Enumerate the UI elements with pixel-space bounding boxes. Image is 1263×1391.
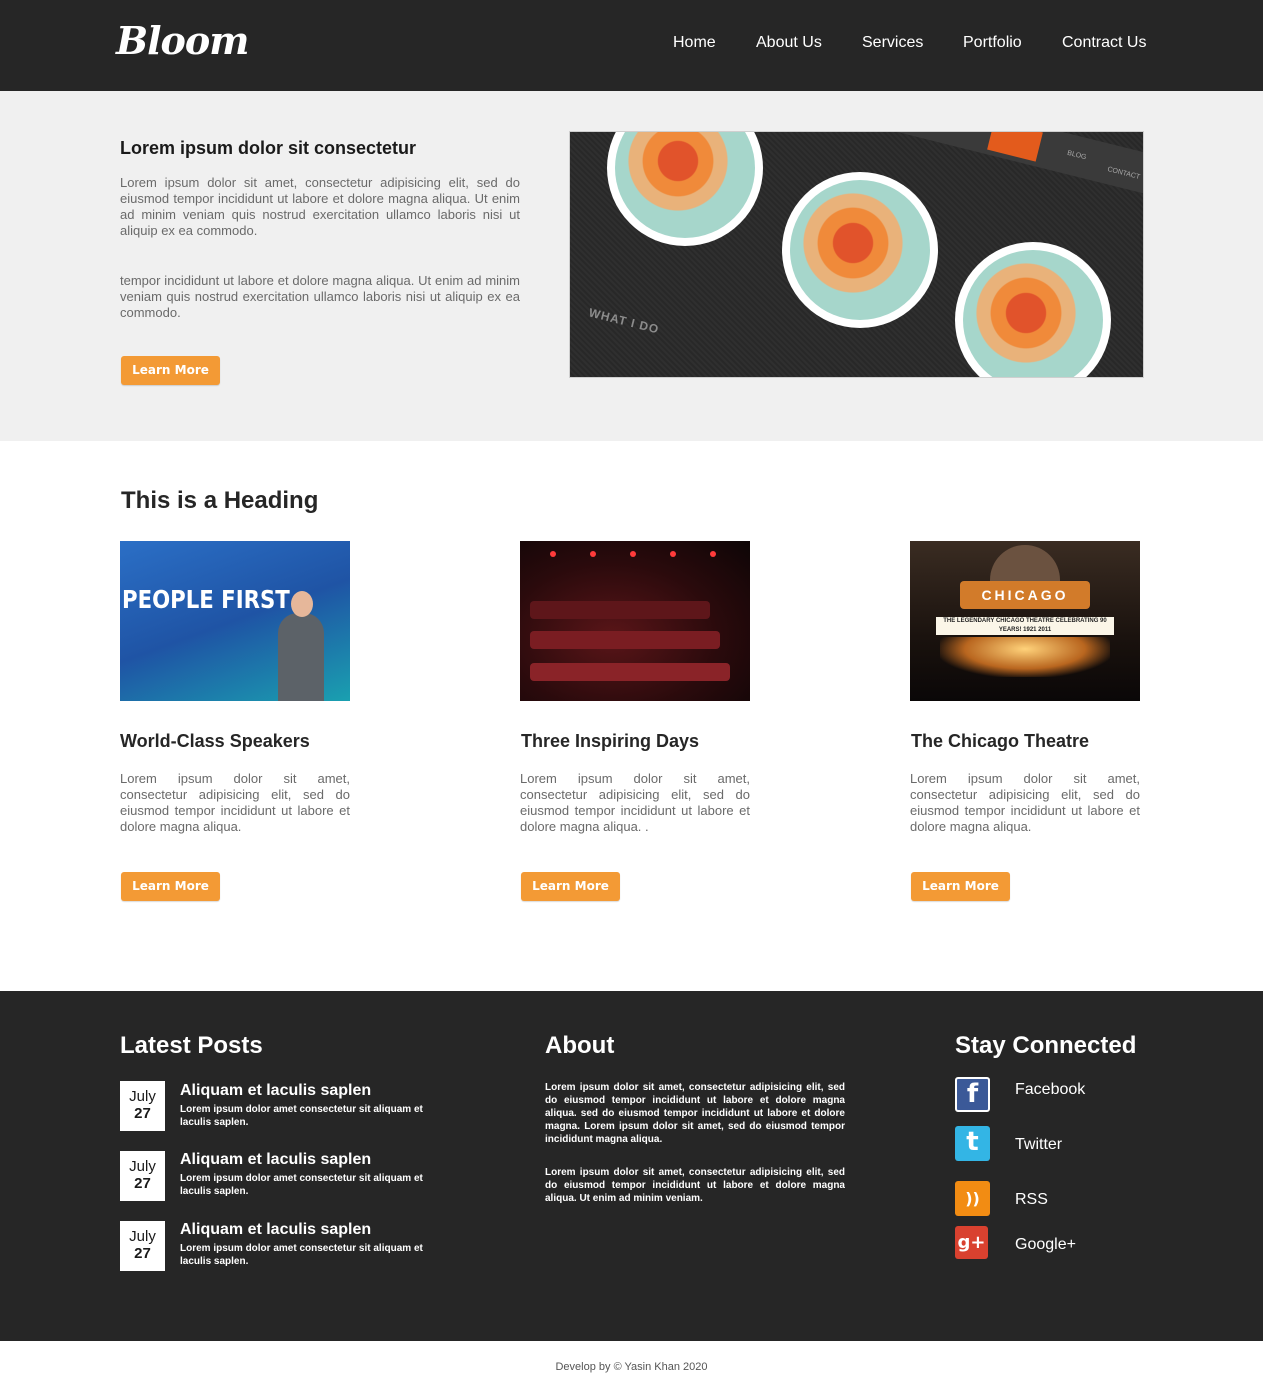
card-image-chicago-theatre: CHICAGO THE LEGENDARY CHICAGO THEATRE CE…	[910, 541, 1140, 701]
nav-contract-us[interactable]: Contract Us	[1062, 34, 1146, 52]
latest-posts-heading: Latest Posts	[120, 1032, 263, 1059]
site-header: Bloom Home About Us Services Portfolio C…	[0, 0, 1263, 91]
theatre-marquee: THE LEGENDARY CHICAGO THEATRE CELEBRATIN…	[936, 617, 1114, 635]
post-excerpt: Lorem ipsum dolor amet consectetur sit a…	[180, 1104, 423, 1128]
post-title-link[interactable]: Aliquam et laculis saplen	[180, 1082, 371, 1100]
post-title-link[interactable]: Aliquam et laculis saplen	[180, 1221, 371, 1239]
main-nav: Home About Us Services Portfolio Contrac…	[0, 34, 1263, 54]
nav-portfolio[interactable]: Portfolio	[963, 34, 1022, 52]
post-day: 27	[134, 1245, 151, 1262]
card-learn-more-button[interactable]: Learn More	[121, 872, 220, 901]
post-day: 27	[134, 1105, 151, 1122]
card-image-caption: PEOPLE FIRST	[122, 585, 290, 614]
social-link-google-plus[interactable]: Google+	[1015, 1236, 1076, 1254]
post-day: 27	[134, 1175, 151, 1192]
card-text: Lorem ipsum dolor sit amet, consectetur …	[520, 771, 750, 834]
about-paragraph: Lorem ipsum dolor sit amet, consectetur …	[545, 1082, 845, 1145]
post-date: July 27	[120, 1221, 165, 1271]
card-image-caption: CHICAGO	[960, 581, 1090, 609]
post-month: July	[129, 1158, 156, 1175]
hero-paragraph: Lorem ipsum dolor sit amet, consectetur …	[120, 175, 520, 238]
twitter-icon[interactable]: t	[955, 1126, 990, 1161]
hero-section: Lorem ipsum dolor sit consectetur Lorem …	[0, 91, 1263, 441]
rss-icon[interactable]: ))	[955, 1181, 990, 1216]
card-image-speakers: PEOPLE FIRST	[120, 541, 350, 701]
post-month: July	[129, 1088, 156, 1105]
nav-about-us[interactable]: About Us	[756, 34, 822, 52]
site-footer: Latest Posts July 27 Aliquam et laculis …	[0, 991, 1263, 1341]
card-learn-more-button[interactable]: Learn More	[521, 872, 620, 901]
about-heading: About	[545, 1032, 615, 1059]
nav-services[interactable]: Services	[862, 34, 923, 52]
post-date: July 27	[120, 1081, 165, 1131]
dragon-illustration	[782, 172, 938, 328]
card-title: World-Class Speakers	[120, 731, 310, 751]
facebook-icon[interactable]: f	[955, 1077, 990, 1112]
social-link-rss[interactable]: RSS	[1015, 1191, 1048, 1209]
social-link-twitter[interactable]: Twitter	[1015, 1136, 1062, 1154]
about-paragraph: Lorem ipsum dolor sit amet, consectetur …	[545, 1167, 845, 1204]
post-excerpt: Lorem ipsum dolor amet consectetur sit a…	[180, 1173, 423, 1197]
post-title-link[interactable]: Aliquam et laculis saplen	[180, 1151, 371, 1169]
social-link-facebook[interactable]: Facebook	[1015, 1081, 1085, 1099]
card-text: Lorem ipsum dolor sit amet, consectetur …	[910, 771, 1140, 834]
nav-home[interactable]: Home	[673, 34, 716, 52]
hero-learn-more-button[interactable]: Learn More	[121, 356, 220, 385]
card-title: The Chicago Theatre	[911, 731, 1090, 751]
card-learn-more-button[interactable]: Learn More	[911, 872, 1010, 901]
hero-title: Lorem ipsum dolor sit consectetur	[120, 138, 417, 158]
section-heading: This is a Heading	[121, 487, 319, 514]
post-month: July	[129, 1228, 156, 1245]
hero-image: BLOG CONTACT WHAT I DO	[569, 131, 1144, 378]
card-text: Lorem ipsum dolor sit amet, consectetur …	[120, 771, 350, 834]
copyright-text: Develop by © Yasin Khan 2020	[555, 1361, 708, 1373]
post-excerpt: Lorem ipsum dolor amet consectetur sit a…	[180, 1243, 423, 1267]
hero-paragraph: tempor incididunt ut labore et dolore ma…	[120, 273, 520, 320]
stay-connected-heading: Stay Connected	[955, 1032, 1137, 1059]
card-title: Three Inspiring Days	[521, 731, 700, 751]
google-plus-icon[interactable]: g+	[955, 1226, 988, 1259]
post-date: July 27	[120, 1151, 165, 1201]
card-image-theater-seats	[520, 541, 750, 701]
